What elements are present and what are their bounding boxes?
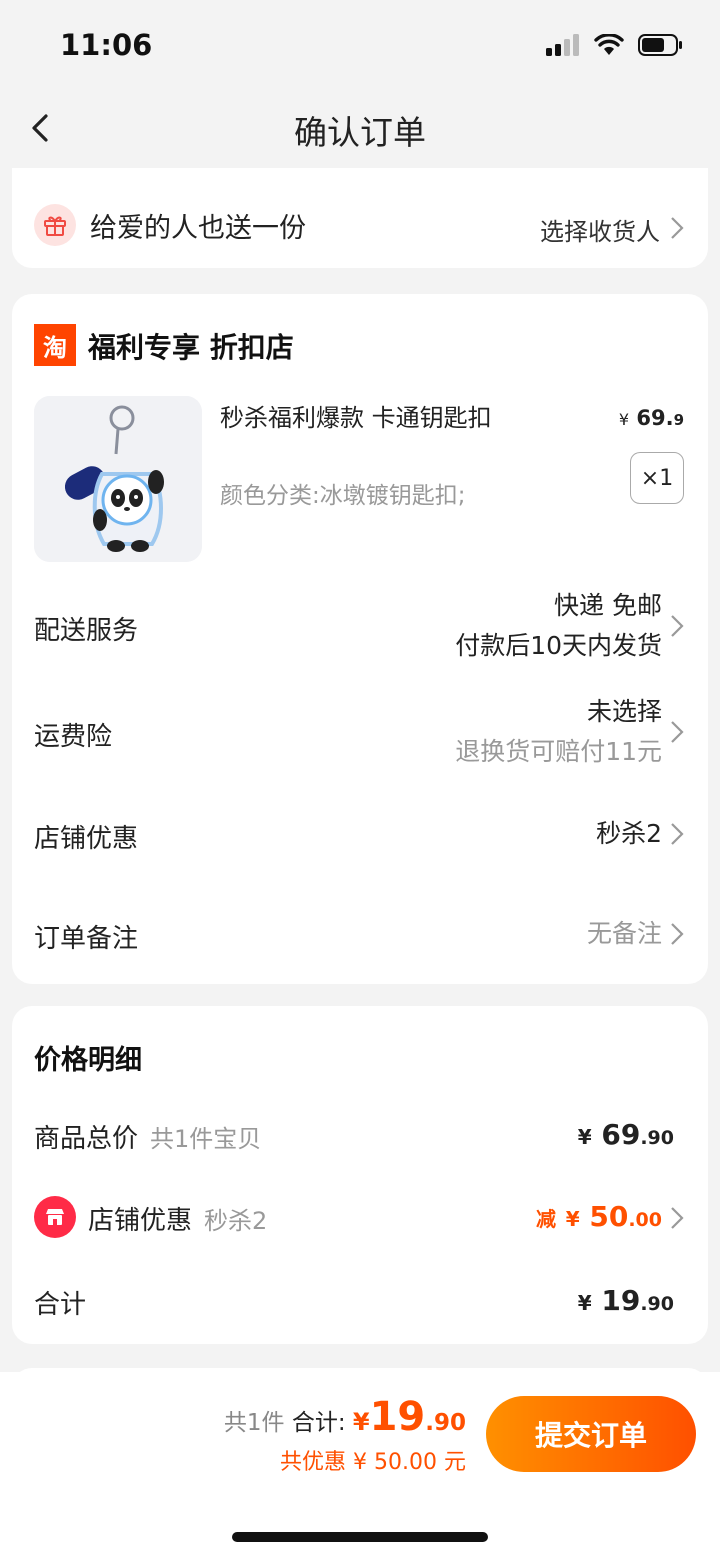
store-discount-type: 秒杀2 bbox=[204, 1207, 268, 1235]
price-integer: 19 bbox=[369, 1394, 426, 1440]
product-title[interactable]: 秒杀福利爆款 卡通钥匙扣 bbox=[220, 398, 492, 433]
delivery-time: 付款后10天内发货 bbox=[455, 631, 662, 660]
shop-name[interactable]: 福利专享 折扣店 bbox=[88, 326, 294, 366]
battery-icon bbox=[638, 34, 682, 56]
goods-total-label: 商品总价 共1件宝贝 bbox=[34, 1118, 261, 1155]
shop-card: 淘 福利专享 折扣店 秒杀福利爆款 卡通钥匙扣 颜色分类:冰墩镀钥匙扣; ¥ 6… bbox=[12, 294, 708, 984]
currency-symbol: ¥ bbox=[577, 1291, 592, 1315]
status-time: 11:06 bbox=[60, 28, 153, 62]
store-discount-text: 店铺优惠 bbox=[88, 1206, 193, 1236]
currency-symbol: ¥ bbox=[618, 410, 630, 429]
product-price: ¥ 69.9 bbox=[619, 406, 684, 430]
order-note-value[interactable]: 无备注 bbox=[587, 914, 662, 954]
total-label: 合计: bbox=[291, 1410, 346, 1436]
price-detail-title: 价格明细 bbox=[34, 1045, 142, 1076]
gift-icon bbox=[34, 204, 76, 246]
order-note-label: 订单备注 bbox=[34, 924, 139, 954]
delivery-label: 配送服务 bbox=[34, 616, 139, 646]
price-decimal: .00 bbox=[628, 1209, 662, 1231]
price-integer: 19 bbox=[601, 1284, 641, 1317]
total-amount: ¥19.90 bbox=[352, 1394, 466, 1440]
status-icons bbox=[546, 33, 684, 57]
gift-text: 给爱的人也送一份 bbox=[90, 213, 306, 244]
gift-card[interactable]: 给爱的人也送一份 选择收货人 bbox=[12, 168, 708, 268]
discount-prefix: 减 bbox=[535, 1207, 556, 1231]
checkout-discount: 共优惠 ¥ 50.00 元 bbox=[280, 1450, 466, 1475]
chevron-right-icon bbox=[671, 615, 684, 637]
nav-bar: 确认订单 bbox=[0, 90, 720, 166]
total-label: 合计 bbox=[34, 1290, 87, 1320]
insurance-note: 退换货可赔付11元 bbox=[455, 737, 662, 766]
page-title: 确认订单 bbox=[294, 113, 426, 152]
chevron-right-icon bbox=[671, 721, 684, 743]
store-discount-value[interactable]: 减 ¥ 50.00 bbox=[536, 1200, 662, 1233]
currency-symbol: ¥ bbox=[565, 1207, 580, 1231]
select-recipient-link[interactable]: 选择收货人 bbox=[540, 212, 660, 247]
checkout-total: 共1件 合计: ¥19.90 bbox=[224, 1394, 466, 1440]
delivery-method: 快递 免邮 bbox=[554, 591, 662, 620]
wifi-icon bbox=[594, 34, 624, 55]
status-bar: 11:06 bbox=[0, 0, 720, 90]
home-indicator[interactable] bbox=[232, 1532, 488, 1542]
product-spec[interactable]: 颜色分类:冰墩镀钥匙扣; bbox=[220, 476, 466, 510]
submit-order-button[interactable]: 提交订单 bbox=[486, 1396, 696, 1472]
currency-symbol: ¥ bbox=[577, 1125, 592, 1149]
price-integer: 50 bbox=[589, 1200, 629, 1233]
chevron-right-icon bbox=[671, 1207, 684, 1229]
shipping-insurance-label: 运费险 bbox=[34, 722, 113, 752]
price-detail-card: 价格明细 商品总价 共1件宝贝 ¥ 69.90 店铺优惠 秒杀2 减 ¥ 50.00… bbox=[12, 1006, 708, 1344]
price-decimal: .90 bbox=[640, 1127, 674, 1149]
chevron-right-icon bbox=[671, 923, 684, 945]
price-decimal: .90 bbox=[640, 1293, 674, 1315]
goods-total-text: 商品总价 bbox=[34, 1124, 139, 1154]
price-integer: 69 bbox=[601, 1118, 641, 1151]
total-value: ¥ 19.90 bbox=[578, 1284, 674, 1317]
product-image[interactable] bbox=[34, 396, 202, 562]
goods-total-value: ¥ 69.90 bbox=[578, 1118, 674, 1151]
signal-icon bbox=[546, 34, 579, 56]
store-icon bbox=[34, 1196, 76, 1238]
shop-discount-value[interactable]: 秒杀2 bbox=[596, 814, 662, 854]
insurance-status: 未选择 bbox=[586, 697, 662, 726]
price-decimal: 9 bbox=[673, 411, 684, 429]
item-count: 共1件 bbox=[223, 1410, 285, 1436]
price-integer: 69. bbox=[636, 406, 674, 430]
shipping-insurance-value[interactable]: 未选择 退换货可赔付11元 bbox=[455, 692, 662, 772]
delivery-value[interactable]: 快递 免邮 付款后10天内发货 bbox=[455, 586, 662, 666]
taobao-logo-icon: 淘 bbox=[34, 324, 76, 366]
currency-symbol: ¥ bbox=[352, 1408, 370, 1436]
quantity-stepper[interactable]: ×1 bbox=[630, 452, 684, 504]
price-decimal: .90 bbox=[425, 1410, 466, 1436]
checkout-bar: 共1件 合计: ¥19.90 共优惠 ¥ 50.00 元 提交订单 bbox=[0, 1372, 720, 1558]
chevron-right-icon bbox=[671, 823, 684, 845]
chevron-right-icon bbox=[671, 217, 684, 239]
store-discount-label: 店铺优惠 秒杀2 bbox=[88, 1200, 267, 1237]
shop-discount-label: 店铺优惠 bbox=[34, 824, 139, 854]
goods-count: 共1件宝贝 bbox=[150, 1125, 262, 1153]
